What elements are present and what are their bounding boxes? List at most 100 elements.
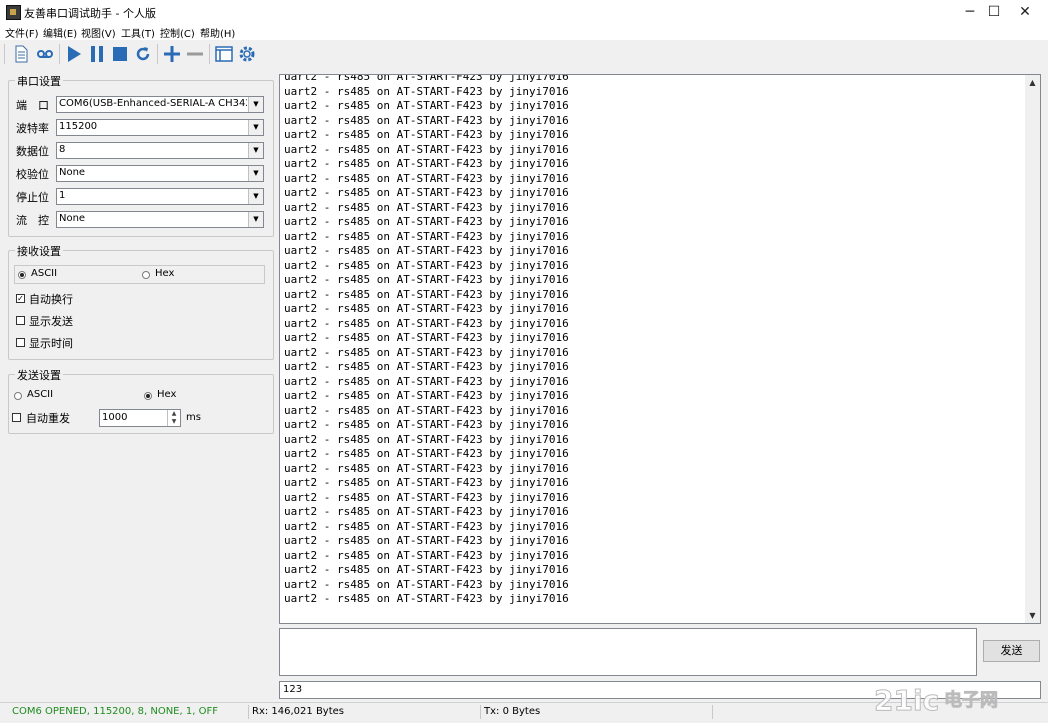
show-time-label: 显示时间 [29, 337, 73, 350]
play-icon[interactable] [64, 43, 84, 65]
stop-bits-label: 停止位 [16, 191, 49, 204]
menu-bar: 文件(F) 编辑(E) 视图(V) 工具(T) 控制(C) 帮助(H) [0, 24, 1048, 40]
baud-select[interactable]: 115200 ▼ [56, 119, 264, 136]
receive-line: uart2 - rs485 on AT-START-F423 by jinyi7… [284, 186, 569, 199]
flow-label: 流 控 [16, 214, 49, 227]
svg-text:电子网: 电子网 [944, 689, 998, 711]
send-button[interactable]: 发送 [983, 640, 1040, 662]
parity-label: 校验位 [16, 168, 49, 181]
send-settings-title: 发送设置 [15, 367, 63, 383]
settings-icon[interactable] [237, 43, 257, 65]
data-bits-select[interactable]: 8 ▼ [56, 142, 264, 159]
interval-value: 1000 [102, 412, 128, 423]
auto-wrap-checkbox[interactable]: ✓ [16, 294, 25, 303]
receive-line: uart2 - rs485 on AT-START-F423 by jinyi7… [284, 142, 569, 156]
menu-control[interactable]: 控制(C) [160, 25, 195, 40]
receive-line: uart2 - rs485 on AT-START-F423 by jinyi7… [284, 592, 569, 605]
receive-line: uart2 - rs485 on AT-START-F423 by jinyi7… [284, 548, 569, 562]
chevron-down-icon[interactable]: ▼ [248, 189, 263, 204]
receive-line: uart2 - rs485 on AT-START-F423 by jinyi7… [284, 432, 569, 446]
auto-resend-checkbox[interactable] [12, 413, 21, 422]
rx-count: Rx: 146,021 Bytes [252, 705, 481, 719]
receive-line: uart2 - rs485 on AT-START-F423 by jinyi7… [284, 418, 569, 431]
chevron-down-icon[interactable]: ▼ [248, 97, 263, 112]
receive-line: uart2 - rs485 on AT-START-F423 by jinyi7… [284, 215, 569, 228]
port-select[interactable]: COM6(USB-Enhanced-SERIAL-A CH342 ▼ [56, 96, 264, 113]
receive-textarea[interactable]: uart2 - rs485 on AT-START-F423 by jinyi7… [279, 74, 1041, 624]
receive-line: uart2 - rs485 on AT-START-F423 by jinyi7… [284, 490, 569, 504]
flow-select[interactable]: None ▼ [56, 211, 264, 228]
receive-line: uart2 - rs485 on AT-START-F423 by jinyi7… [284, 287, 569, 301]
chevron-down-icon[interactable]: ▼ [248, 143, 263, 158]
parity-value: None [59, 167, 86, 178]
flow-value: None [59, 213, 86, 224]
toolbar [0, 40, 1048, 68]
parity-select[interactable]: None ▼ [56, 165, 264, 182]
receive-line: uart2 - rs485 on AT-START-F423 by jinyi7… [284, 273, 569, 286]
stop-bits-value: 1 [59, 190, 66, 201]
receive-line: uart2 - rs485 on AT-START-F423 by jinyi7… [284, 577, 569, 591]
receive-line: uart2 - rs485 on AT-START-F423 by jinyi7… [284, 244, 569, 257]
title-bar[interactable]: 友善串口调试助手 - 个人版 ─ ☐ ✕ [0, 0, 1048, 24]
receive-line: uart2 - rs485 on AT-START-F423 by jinyi7… [284, 505, 569, 518]
watermark-logo: 21ic 电子网 [870, 676, 1040, 720]
close-button[interactable]: ✕ [1002, 0, 1048, 24]
receive-line: uart2 - rs485 on AT-START-F423 by jinyi7… [284, 403, 569, 417]
receive-line: uart2 - rs485 on AT-START-F423 by jinyi7… [284, 302, 569, 315]
show-time-checkbox[interactable] [16, 338, 25, 347]
send-ascii-label: ASCII [27, 389, 54, 400]
auto-resend-label: 自动重发 [26, 412, 70, 425]
chevron-down-icon[interactable]: ▼ [248, 212, 263, 227]
send-ascii-radio[interactable] [14, 392, 22, 400]
stop-icon[interactable] [110, 43, 130, 65]
menu-tools[interactable]: 工具(T) [121, 25, 155, 40]
scroll-down-icon[interactable]: ▼ [1025, 608, 1040, 623]
receive-line: uart2 - rs485 on AT-START-F423 by jinyi7… [284, 519, 569, 533]
serial-settings-title: 串口设置 [15, 73, 63, 89]
chevron-down-icon[interactable]: ▼ [248, 166, 263, 181]
receive-line: uart2 - rs485 on AT-START-F423 by jinyi7… [284, 563, 569, 576]
receive-settings-title: 接收设置 [15, 243, 63, 259]
vertical-scrollbar[interactable]: ▲ ▼ [1025, 75, 1040, 623]
menu-view[interactable]: 视图(V) [81, 25, 116, 40]
refresh-icon[interactable] [133, 43, 153, 65]
chevron-down-icon[interactable]: ▼ [248, 120, 263, 135]
recv-hex-radio[interactable] [142, 271, 150, 279]
show-send-label: 显示发送 [29, 315, 73, 328]
receive-line: uart2 - rs485 on AT-START-F423 by jinyi7… [284, 360, 569, 373]
window-icon[interactable] [214, 43, 234, 65]
receive-line: uart2 - rs485 on AT-START-F423 by jinyi7… [284, 461, 569, 475]
send-hex-radio[interactable] [144, 392, 152, 400]
recv-hex-label: Hex [155, 268, 175, 279]
receive-line: uart2 - rs485 on AT-START-F423 by jinyi7… [284, 200, 569, 214]
plus-icon[interactable] [162, 43, 182, 65]
send-input[interactable] [279, 628, 977, 676]
pause-icon[interactable] [87, 43, 107, 65]
receive-line: uart2 - rs485 on AT-START-F423 by jinyi7… [284, 345, 569, 359]
receive-line: uart2 - rs485 on AT-START-F423 by jinyi7… [284, 113, 569, 127]
minus-icon[interactable] [185, 43, 205, 65]
interval-spinbox[interactable]: 1000 ▲ ▼ [99, 409, 181, 427]
spin-arrows-icon[interactable]: ▲ ▼ [167, 410, 180, 426]
port-status: COM6 OPENED, 115200, 8, NONE, 1, OFF [12, 705, 249, 719]
receive-line: uart2 - rs485 on AT-START-F423 by jinyi7… [284, 99, 569, 112]
baud-label: 波特率 [16, 122, 49, 135]
receive-line: uart2 - rs485 on AT-START-F423 by jinyi7… [284, 74, 569, 83]
stop-bits-select[interactable]: 1 ▼ [56, 188, 264, 205]
receive-line: uart2 - rs485 on AT-START-F423 by jinyi7… [284, 316, 569, 330]
show-send-checkbox[interactable] [16, 316, 25, 325]
menu-file[interactable]: 文件(F) [5, 25, 39, 40]
menu-help[interactable]: 帮助(H) [200, 25, 235, 40]
window-title: 友善串口调试助手 - 个人版 [24, 7, 156, 20]
receive-line: uart2 - rs485 on AT-START-F423 by jinyi7… [284, 374, 569, 388]
scroll-up-icon[interactable]: ▲ [1025, 75, 1040, 90]
new-file-icon[interactable] [11, 43, 31, 65]
send-hex-label: Hex [157, 389, 177, 400]
receive-line: uart2 - rs485 on AT-START-F423 by jinyi7… [284, 447, 569, 460]
app-icon [6, 5, 21, 20]
recv-ascii-radio[interactable] [18, 271, 26, 279]
cassette-icon[interactable] [35, 43, 55, 65]
receive-line: uart2 - rs485 on AT-START-F423 by jinyi7… [284, 128, 569, 141]
receive-line: uart2 - rs485 on AT-START-F423 by jinyi7… [284, 534, 569, 547]
menu-edit[interactable]: 编辑(E) [43, 25, 77, 40]
